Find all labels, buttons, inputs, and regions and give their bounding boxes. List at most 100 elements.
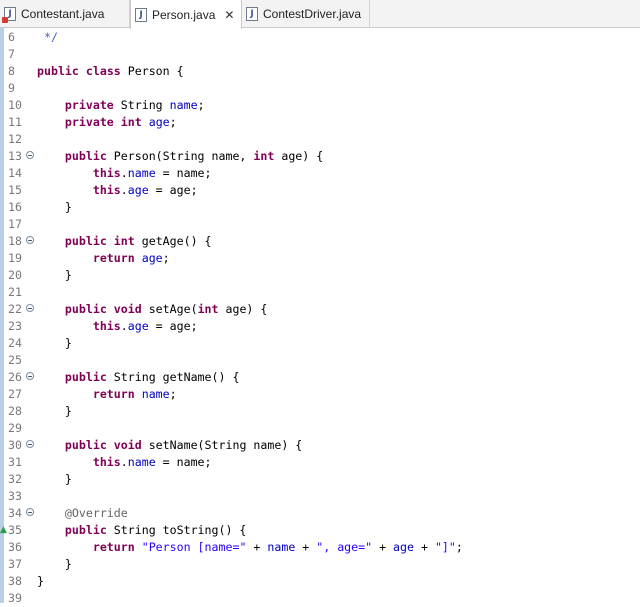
code-line[interactable]: 10 private String name; <box>0 97 640 114</box>
code-line[interactable]: 11 private int age; <box>0 114 640 131</box>
code-text: public String toString() { <box>37 522 247 539</box>
code-text: this.age = age; <box>37 318 198 335</box>
line-number: 26 <box>8 370 22 384</box>
fold-collapse-icon[interactable] <box>26 372 34 380</box>
code-line[interactable]: 16 } <box>0 199 640 216</box>
tab-person-java[interactable]: J Person.java ✕ <box>130 0 242 29</box>
code-token: . <box>120 319 128 333</box>
fold-collapse-icon[interactable] <box>26 304 34 312</box>
line-number: 17 <box>8 217 22 231</box>
code-line[interactable]: 12 <box>0 131 640 148</box>
code-text: this.name = name; <box>37 454 212 471</box>
code-token: } <box>37 557 72 571</box>
code-token: } <box>37 404 72 418</box>
code-line[interactable]: 25 <box>0 352 640 369</box>
code-line[interactable]: 15 this.age = age; <box>0 182 640 199</box>
code-line[interactable]: 19 return age; <box>0 250 640 267</box>
line-number: 15 <box>8 183 22 197</box>
line-number: 32 <box>8 472 22 486</box>
code-line[interactable]: 23 this.age = age; <box>0 318 640 335</box>
code-line[interactable]: 17 <box>0 216 640 233</box>
tab-contestdriver-java[interactable]: J ContestDriver.java <box>242 0 370 28</box>
code-line[interactable]: 29 <box>0 420 640 437</box>
code-line[interactable]: 20 } <box>0 267 640 284</box>
line-number: 6 <box>8 30 15 44</box>
code-line[interactable]: 6 */ <box>0 29 640 46</box>
code-text: } <box>37 403 72 420</box>
code-line[interactable]: 34 @Override <box>0 505 640 522</box>
code-line[interactable]: 13 public Person(String name, int age) { <box>0 148 640 165</box>
code-line[interactable]: 31 this.name = name; <box>0 454 640 471</box>
code-token: void <box>113 438 142 452</box>
code-token: . <box>120 183 128 197</box>
code-line[interactable]: 30 public void setName(String name) { <box>0 437 640 454</box>
code-line[interactable]: 33 <box>0 488 640 505</box>
code-token: public <box>64 523 107 537</box>
fold-collapse-icon[interactable] <box>26 151 34 159</box>
line-number: 31 <box>8 455 22 469</box>
code-token: Person { <box>120 64 184 78</box>
code-line[interactable]: 38} <box>0 573 640 590</box>
code-line[interactable]: 22 public void setAge(int age) { <box>0 301 640 318</box>
line-number: 29 <box>8 421 22 435</box>
code-line[interactable]: 18 public int getAge() { <box>0 233 640 250</box>
code-token: age <box>393 540 414 554</box>
line-number: 11 <box>8 115 22 129</box>
line-number: 27 <box>8 387 22 401</box>
code-line[interactable]: 32 } <box>0 471 640 488</box>
java-file-icon: J <box>246 7 258 21</box>
code-token: return <box>92 387 135 401</box>
code-text: } <box>37 573 44 590</box>
code-token: int <box>120 115 142 129</box>
code-token: } <box>37 268 72 282</box>
code-line[interactable]: 9 <box>0 80 640 97</box>
line-number: 20 <box>8 268 22 282</box>
code-line[interactable]: 7 <box>0 46 640 63</box>
line-number: 13 <box>8 149 22 163</box>
java-file-error-icon: J <box>2 7 16 23</box>
code-token: age) { <box>274 149 324 163</box>
code-token: "]" <box>434 540 456 554</box>
code-token: } <box>37 336 72 350</box>
code-line[interactable]: 24 } <box>0 335 640 352</box>
fold-collapse-icon[interactable] <box>26 508 34 516</box>
code-token: } <box>37 472 72 486</box>
tab-contestant-java[interactable]: J Contestant.java <box>0 0 130 28</box>
code-line[interactable]: 28 } <box>0 403 640 420</box>
code-line[interactable]: 39 <box>0 590 640 607</box>
code-line[interactable]: 27 return name; <box>0 386 640 403</box>
fold-collapse-icon[interactable] <box>26 236 34 244</box>
code-line[interactable]: 35 ▲ public String toString() { <box>0 522 640 539</box>
code-token: int <box>113 234 135 248</box>
code-line[interactable]: 36 return "Person [name=" + name + ", ag… <box>0 539 640 556</box>
code-line[interactable]: 37 } <box>0 556 640 573</box>
code-token: name <box>141 387 170 401</box>
code-token: ", age=" <box>316 540 373 554</box>
code-token: setAge( <box>141 302 198 316</box>
line-number: 14 <box>8 166 22 180</box>
line-number: 33 <box>8 489 22 503</box>
code-token: Person(String name, <box>106 149 254 163</box>
code-line[interactable]: 26 public String getName() { <box>0 369 640 386</box>
code-token: age <box>127 183 149 197</box>
code-line[interactable]: 8 public class Person { <box>0 63 640 80</box>
code-token: age <box>127 319 149 333</box>
line-number: 30 <box>8 438 22 452</box>
close-tab-icon[interactable]: ✕ <box>224 8 234 22</box>
code-token: } <box>37 574 44 588</box>
line-number: 28 <box>8 404 22 418</box>
code-line[interactable]: 21 <box>0 284 640 301</box>
code-line[interactable]: 14 this.name = name; <box>0 165 640 182</box>
fold-collapse-icon[interactable] <box>26 440 34 448</box>
code-text: } <box>37 335 72 352</box>
